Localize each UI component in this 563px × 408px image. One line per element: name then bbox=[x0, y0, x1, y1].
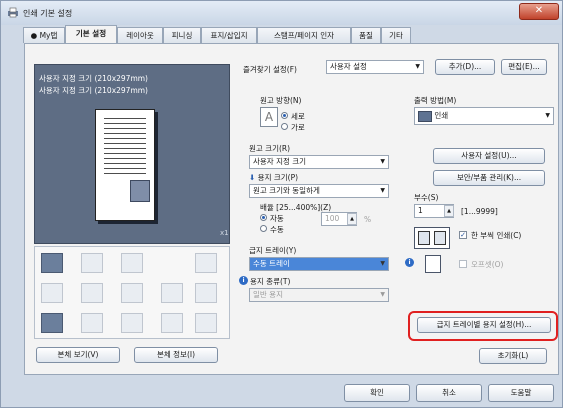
portrait-label: 세로 bbox=[291, 112, 305, 121]
original-size-select[interactable]: 사용자 지정 크기 ▼ bbox=[249, 155, 389, 169]
original-size-label: 원고 크기(R) bbox=[249, 144, 291, 153]
print-icon bbox=[418, 110, 432, 122]
printer-icon bbox=[41, 253, 63, 273]
output-method-label: 출력 방법(M) bbox=[414, 96, 457, 105]
copies-label: 부수(S) bbox=[414, 193, 439, 202]
preview-paper-size: 사용자 지정 크기 (210x297mm) bbox=[39, 86, 148, 95]
chevron-down-icon: ▼ bbox=[415, 63, 420, 70]
offset-icon bbox=[425, 255, 441, 273]
tab-basic[interactable]: 기본 설정 bbox=[65, 25, 117, 44]
zoom-spin-button[interactable]: ▲ bbox=[347, 213, 357, 225]
punch-icon bbox=[195, 283, 217, 303]
fold-icon bbox=[81, 313, 103, 333]
mytab-icon: ● bbox=[30, 31, 40, 40]
zoom-auto-radio[interactable] bbox=[260, 214, 267, 221]
paper-size-label: ⬇ 용지 크기(P) bbox=[249, 173, 299, 182]
preview-page bbox=[95, 109, 155, 221]
color-icon bbox=[121, 313, 143, 333]
defaults-button[interactable]: 초기화(L) bbox=[479, 348, 547, 364]
preview-page-count: x1 bbox=[220, 229, 229, 237]
stamp-icon bbox=[161, 313, 183, 333]
chevron-down-icon: ▼ bbox=[380, 187, 385, 194]
device-view-button[interactable]: 본체 보기(V) bbox=[36, 347, 120, 363]
output-icon bbox=[195, 253, 217, 273]
device-info-button[interactable]: 본체 정보(I) bbox=[134, 347, 218, 363]
close-button[interactable]: ✕ bbox=[519, 3, 559, 20]
output-method-select[interactable]: 인쇄 ▼ bbox=[414, 107, 554, 125]
paper-tray-label: 급지 트레이(Y) bbox=[249, 246, 297, 255]
tab-cover-insert[interactable]: 표지/삽입지 bbox=[201, 27, 257, 43]
preview-original-size: 사용자 지정 크기 (210x297mm) bbox=[39, 74, 148, 83]
staple-icon bbox=[161, 283, 183, 303]
tab-stamp[interactable]: 스탬프/페이지 인자 bbox=[257, 27, 351, 43]
chevron-down-icon: ▼ bbox=[380, 260, 385, 267]
tab-finishing[interactable]: 피니싱 bbox=[163, 27, 201, 43]
copies-spin-button[interactable]: ▲ bbox=[444, 205, 454, 217]
landscape-radio[interactable] bbox=[281, 123, 288, 130]
orientation-label: 원고 방향(N) bbox=[260, 96, 302, 105]
collate-icon bbox=[414, 227, 450, 249]
portrait-radio[interactable] bbox=[281, 112, 288, 119]
title-bar: 인쇄 기본 설정 ✕ bbox=[1, 1, 562, 25]
print-preferences-window: 인쇄 기본 설정 ✕ ● My탭 기본 설정 레이아웃 피니싱 표지/삽입지 스… bbox=[0, 0, 563, 408]
favorites-select[interactable]: 사용자 설정 ▼ bbox=[326, 60, 424, 74]
zoom-manual-label: 수동 bbox=[270, 225, 284, 234]
tray-paper-settings-button[interactable]: 급지 트레이별 용지 설정(H)... bbox=[417, 317, 551, 333]
tab-mytab[interactable]: ● My탭 bbox=[23, 27, 65, 43]
zoom-auto-label: 자동 bbox=[270, 214, 284, 223]
printer-app-icon bbox=[8, 7, 18, 18]
function-icon-grid bbox=[34, 246, 230, 339]
edit-favorite-button[interactable]: 편집(E)... bbox=[501, 59, 547, 75]
chevron-down-icon: ▼ bbox=[380, 158, 385, 165]
print-preview: 사용자 지정 크기 (210x297mm) 사용자 지정 크기 (210x297… bbox=[34, 64, 230, 244]
copies-range: [1...9999] bbox=[461, 207, 498, 216]
info-icon: i bbox=[239, 276, 248, 285]
tab-layout[interactable]: 레이아웃 bbox=[117, 27, 163, 43]
cancel-button[interactable]: 취소 bbox=[416, 384, 482, 402]
landscape-label: 가로 bbox=[291, 123, 305, 132]
zoom-unit: % bbox=[364, 215, 372, 224]
orientation-portrait-icon: A bbox=[260, 107, 278, 127]
paper-tray-select[interactable]: 수동 트레이 ▼ bbox=[249, 257, 389, 271]
offset-checkbox[interactable] bbox=[459, 260, 467, 268]
arrow-down-icon: ⬇ bbox=[249, 173, 258, 182]
collate-checkbox[interactable]: ✓ bbox=[459, 231, 467, 239]
chevron-down-icon: ▼ bbox=[545, 112, 550, 119]
offset-label: 오프셋(O) bbox=[471, 260, 504, 269]
finisher-icon bbox=[121, 253, 143, 273]
paper-type-select[interactable]: 일반 용지 ▼ bbox=[249, 288, 389, 302]
zoom-manual-radio[interactable] bbox=[260, 225, 267, 232]
ok-button[interactable]: 확인 bbox=[344, 384, 410, 402]
window-title: 인쇄 기본 설정 bbox=[23, 9, 73, 18]
chevron-down-icon: ▼ bbox=[380, 291, 385, 298]
booklet-icon bbox=[81, 283, 103, 303]
user-settings-button[interactable]: 사용자 설정(U)... bbox=[433, 148, 545, 164]
box-management-button[interactable]: 보안/부품 관리(K)... bbox=[433, 170, 545, 186]
add-favorite-button[interactable]: 추가(D)... bbox=[435, 59, 495, 75]
preview-page-corner bbox=[130, 180, 150, 202]
tray-icon bbox=[81, 253, 103, 273]
tab-quality[interactable]: 품질 bbox=[351, 27, 381, 43]
watermark-icon bbox=[195, 313, 217, 333]
help-button[interactable]: 도움말 bbox=[488, 384, 554, 402]
favorites-label: 즐겨찾기 설정(F) bbox=[243, 65, 297, 74]
info-icon: i bbox=[405, 258, 414, 267]
paper-size-select[interactable]: 원고 크기와 동일하게 ▼ bbox=[249, 184, 389, 198]
collate-label: 한 부씩 인쇄(C) bbox=[471, 231, 522, 240]
paper-type-label: 용지 종류(T) bbox=[250, 277, 291, 286]
duplex-icon bbox=[41, 283, 63, 303]
cover-icon bbox=[41, 313, 63, 333]
tab-other[interactable]: 기타 bbox=[381, 27, 411, 43]
page-layout-icon bbox=[121, 283, 143, 303]
